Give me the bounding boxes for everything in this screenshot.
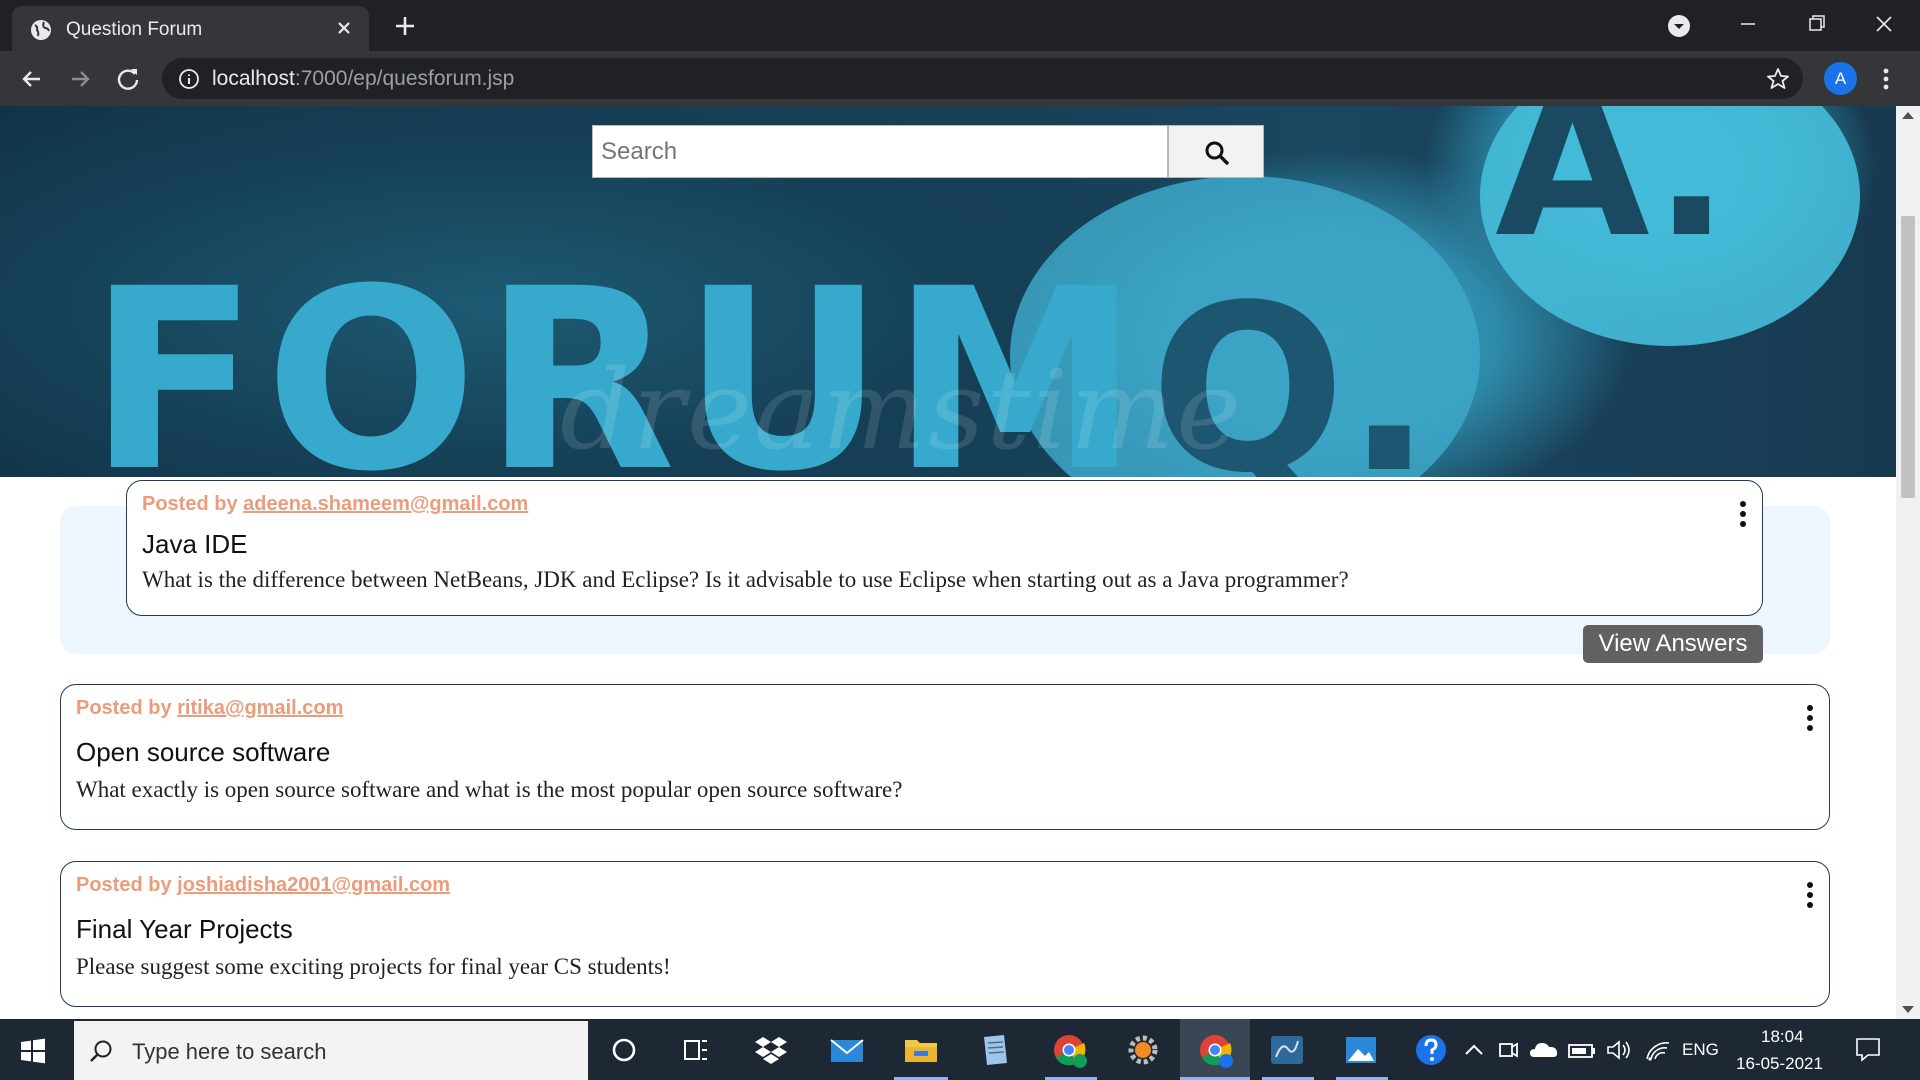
task-view-icon[interactable]	[677, 1031, 715, 1069]
windows-taskbar: Type here to search ENG 18:04 16-05-2021	[0, 1019, 1920, 1080]
post-card[interactable]: Posted by joshiadisha2001@gmail.com Fina…	[60, 861, 1830, 1007]
bookmark-star-icon[interactable]	[1765, 66, 1791, 92]
windows-start-icon[interactable]	[20, 1038, 46, 1064]
help-icon[interactable]	[1412, 1031, 1450, 1069]
forum-banner: FORUM Q. A. dreamstime	[0, 106, 1896, 477]
mail-icon[interactable]	[828, 1031, 866, 1069]
view-answers-button[interactable]: View Answers	[1583, 625, 1763, 663]
clock-time[interactable]: 18:04	[1761, 1027, 1804, 1047]
info-icon[interactable]	[178, 68, 200, 90]
url-text: localhost:7000/ep/quesforum.jsp	[212, 67, 515, 90]
post-author-line: Posted by adeena.shameem@gmail.com	[142, 493, 529, 515]
browser-toolbar: localhost:7000/ep/quesforum.jsp A	[0, 51, 1920, 106]
post-body: Please suggest some exciting projects fo…	[76, 954, 671, 979]
scroll-down-icon[interactable]	[1902, 1006, 1914, 1013]
profile-avatar[interactable]: A	[1824, 62, 1857, 95]
post-card[interactable]: Posted by ritika@gmail.com Open source s…	[60, 684, 1830, 830]
banner-watermark: dreamstime	[560, 346, 1244, 474]
page-scrollbar[interactable]	[1896, 106, 1920, 1019]
search-input[interactable]	[592, 125, 1168, 178]
onedrive-icon[interactable]	[1528, 1031, 1560, 1069]
post-author-link[interactable]: ritika@gmail.com	[177, 697, 343, 719]
browser-tab-strip: Question Forum	[0, 0, 1920, 51]
file-explorer-icon[interactable]	[902, 1031, 940, 1069]
post-author-link[interactable]: joshiadisha2001@gmail.com	[177, 874, 450, 896]
search-form	[592, 125, 1264, 178]
reload-icon[interactable]	[112, 63, 144, 95]
notification-icon[interactable]	[1854, 1035, 1882, 1063]
page-viewport: FORUM Q. A. dreamstime Posted by adeena.…	[0, 106, 1896, 1019]
post-options-icon[interactable]	[1738, 499, 1748, 529]
search-icon	[90, 1040, 112, 1062]
browser-menu-icon[interactable]	[1874, 63, 1898, 95]
close-window-icon[interactable]	[1864, 6, 1904, 42]
volume-icon[interactable]	[1604, 1031, 1636, 1069]
notepad-icon[interactable]	[976, 1031, 1014, 1069]
post-body: What is the difference between NetBeans,…	[142, 567, 1349, 592]
post-author-line: Posted by ritika@gmail.com	[76, 697, 344, 719]
chevron-up-icon[interactable]	[1460, 1031, 1488, 1069]
post-card[interactable]: Posted by adeena.shameem@gmail.com Java …	[126, 480, 1763, 616]
back-arrow-icon[interactable]	[16, 63, 48, 95]
post-options-icon[interactable]	[1805, 880, 1815, 910]
chrome-profile-icon[interactable]	[1050, 1031, 1088, 1069]
post-title: Java IDE	[142, 529, 248, 559]
search-button[interactable]	[1168, 125, 1264, 178]
post-options-icon[interactable]	[1805, 703, 1815, 733]
wifi-icon[interactable]	[1642, 1031, 1674, 1069]
scroll-up-icon[interactable]	[1902, 112, 1914, 119]
forward-arrow-icon[interactable]	[64, 63, 96, 95]
tab-title: Question Forum	[66, 19, 203, 40]
taskbar-search-box[interactable]: Type here to search	[74, 1021, 588, 1080]
search-icon	[1205, 141, 1229, 165]
post-title: Final Year Projects	[76, 914, 293, 944]
browser-tab[interactable]: Question Forum	[12, 6, 369, 51]
post-body: What exactly is open source software and…	[76, 777, 903, 802]
address-bar[interactable]: localhost:7000/ep/quesforum.jsp	[162, 58, 1803, 99]
new-tab-icon[interactable]	[390, 11, 420, 41]
cortana-icon[interactable]	[605, 1031, 643, 1069]
tab-search-icon[interactable]	[1665, 12, 1693, 40]
clock-date[interactable]: 16-05-2021	[1736, 1054, 1823, 1074]
minimize-icon[interactable]	[1728, 6, 1768, 42]
post-author-link[interactable]: adeena.shameem@gmail.com	[243, 493, 528, 515]
scrollbar-thumb[interactable]	[1901, 216, 1915, 498]
meet-now-icon[interactable]	[1494, 1031, 1522, 1069]
battery-icon[interactable]	[1566, 1031, 1598, 1069]
globe-icon	[31, 20, 51, 40]
close-tab-icon[interactable]	[331, 15, 357, 41]
photos-icon[interactable]	[1342, 1031, 1380, 1069]
language-indicator[interactable]: ENG	[1682, 1040, 1719, 1060]
chrome-icon[interactable]	[1196, 1031, 1234, 1069]
post-author-line: Posted by joshiadisha2001@gmail.com	[76, 874, 451, 896]
dropbox-icon[interactable]	[752, 1031, 790, 1069]
post-title: Open source software	[76, 737, 331, 767]
banner-a: A.	[1495, 106, 1730, 282]
restore-icon[interactable]	[1796, 6, 1836, 42]
taskbar-search-placeholder: Type here to search	[132, 1039, 327, 1064]
mysql-workbench-icon[interactable]	[1268, 1031, 1306, 1069]
settings-gear-icon[interactable]	[1124, 1031, 1162, 1069]
